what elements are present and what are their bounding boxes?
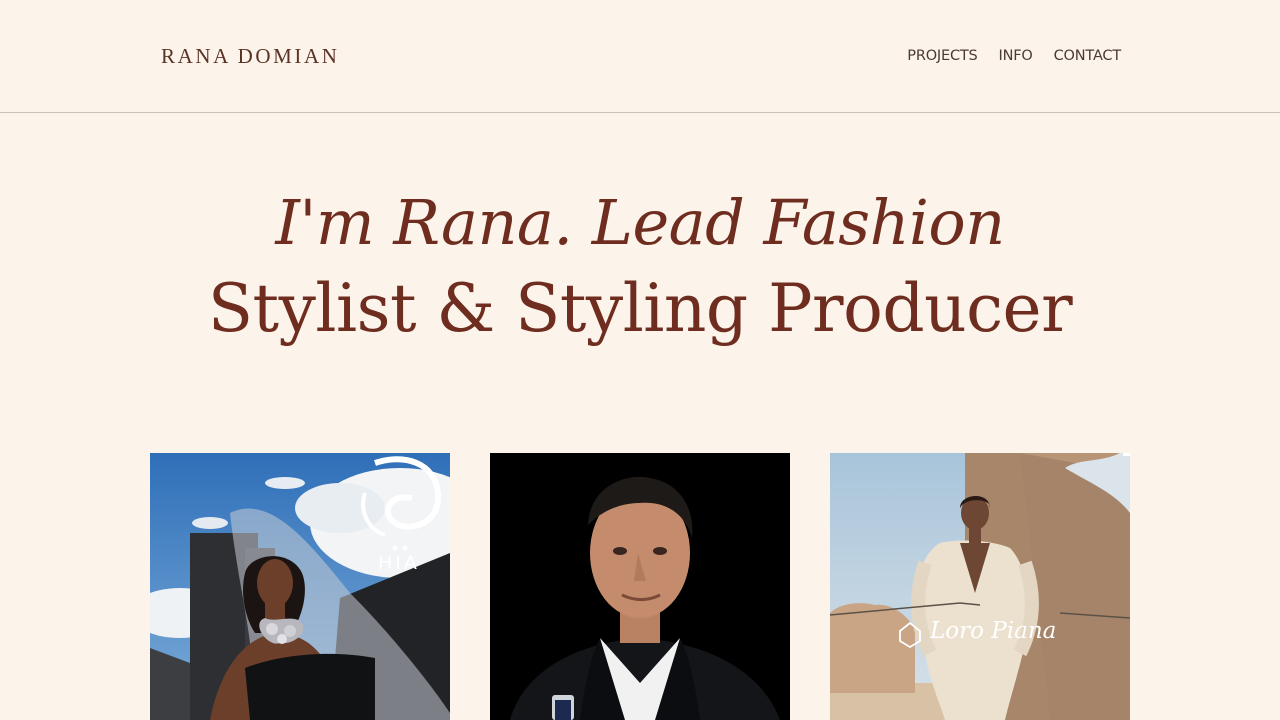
brand-logo-link[interactable]: RANA DOMIAN: [161, 43, 340, 69]
project-image-loro-piana: [830, 453, 1130, 720]
hero-line-2: Stylist & Styling Producer: [207, 270, 1073, 347]
nav-contact[interactable]: CONTACT: [1054, 47, 1122, 65]
projects-grid: HIA Loro Piana: [150, 453, 1130, 720]
main-nav: PROJECTS INFO CONTACT: [907, 47, 1121, 65]
hero-line-1: I'm Rana. Lead Fashion: [275, 186, 1005, 259]
hia-logo-text: HIA: [378, 552, 420, 574]
site-header: RANA DOMIAN PROJECTS INFO CONTACT: [0, 0, 1280, 113]
project-card-loro-piana[interactable]: Loro Piana: [830, 453, 1130, 720]
project-card-portrait[interactable]: [490, 453, 790, 720]
project-image-hia: [150, 453, 450, 720]
nav-projects[interactable]: PROJECTS: [907, 47, 977, 65]
project-image-portrait: [490, 453, 790, 720]
hero-heading: I'm Rana. Lead Fashion Stylist & Styling…: [0, 180, 1280, 352]
project-card-hia[interactable]: HIA: [150, 453, 450, 720]
nav-info[interactable]: INFO: [999, 47, 1033, 65]
loro-piana-logo-text: Loro Piana: [930, 618, 1057, 644]
